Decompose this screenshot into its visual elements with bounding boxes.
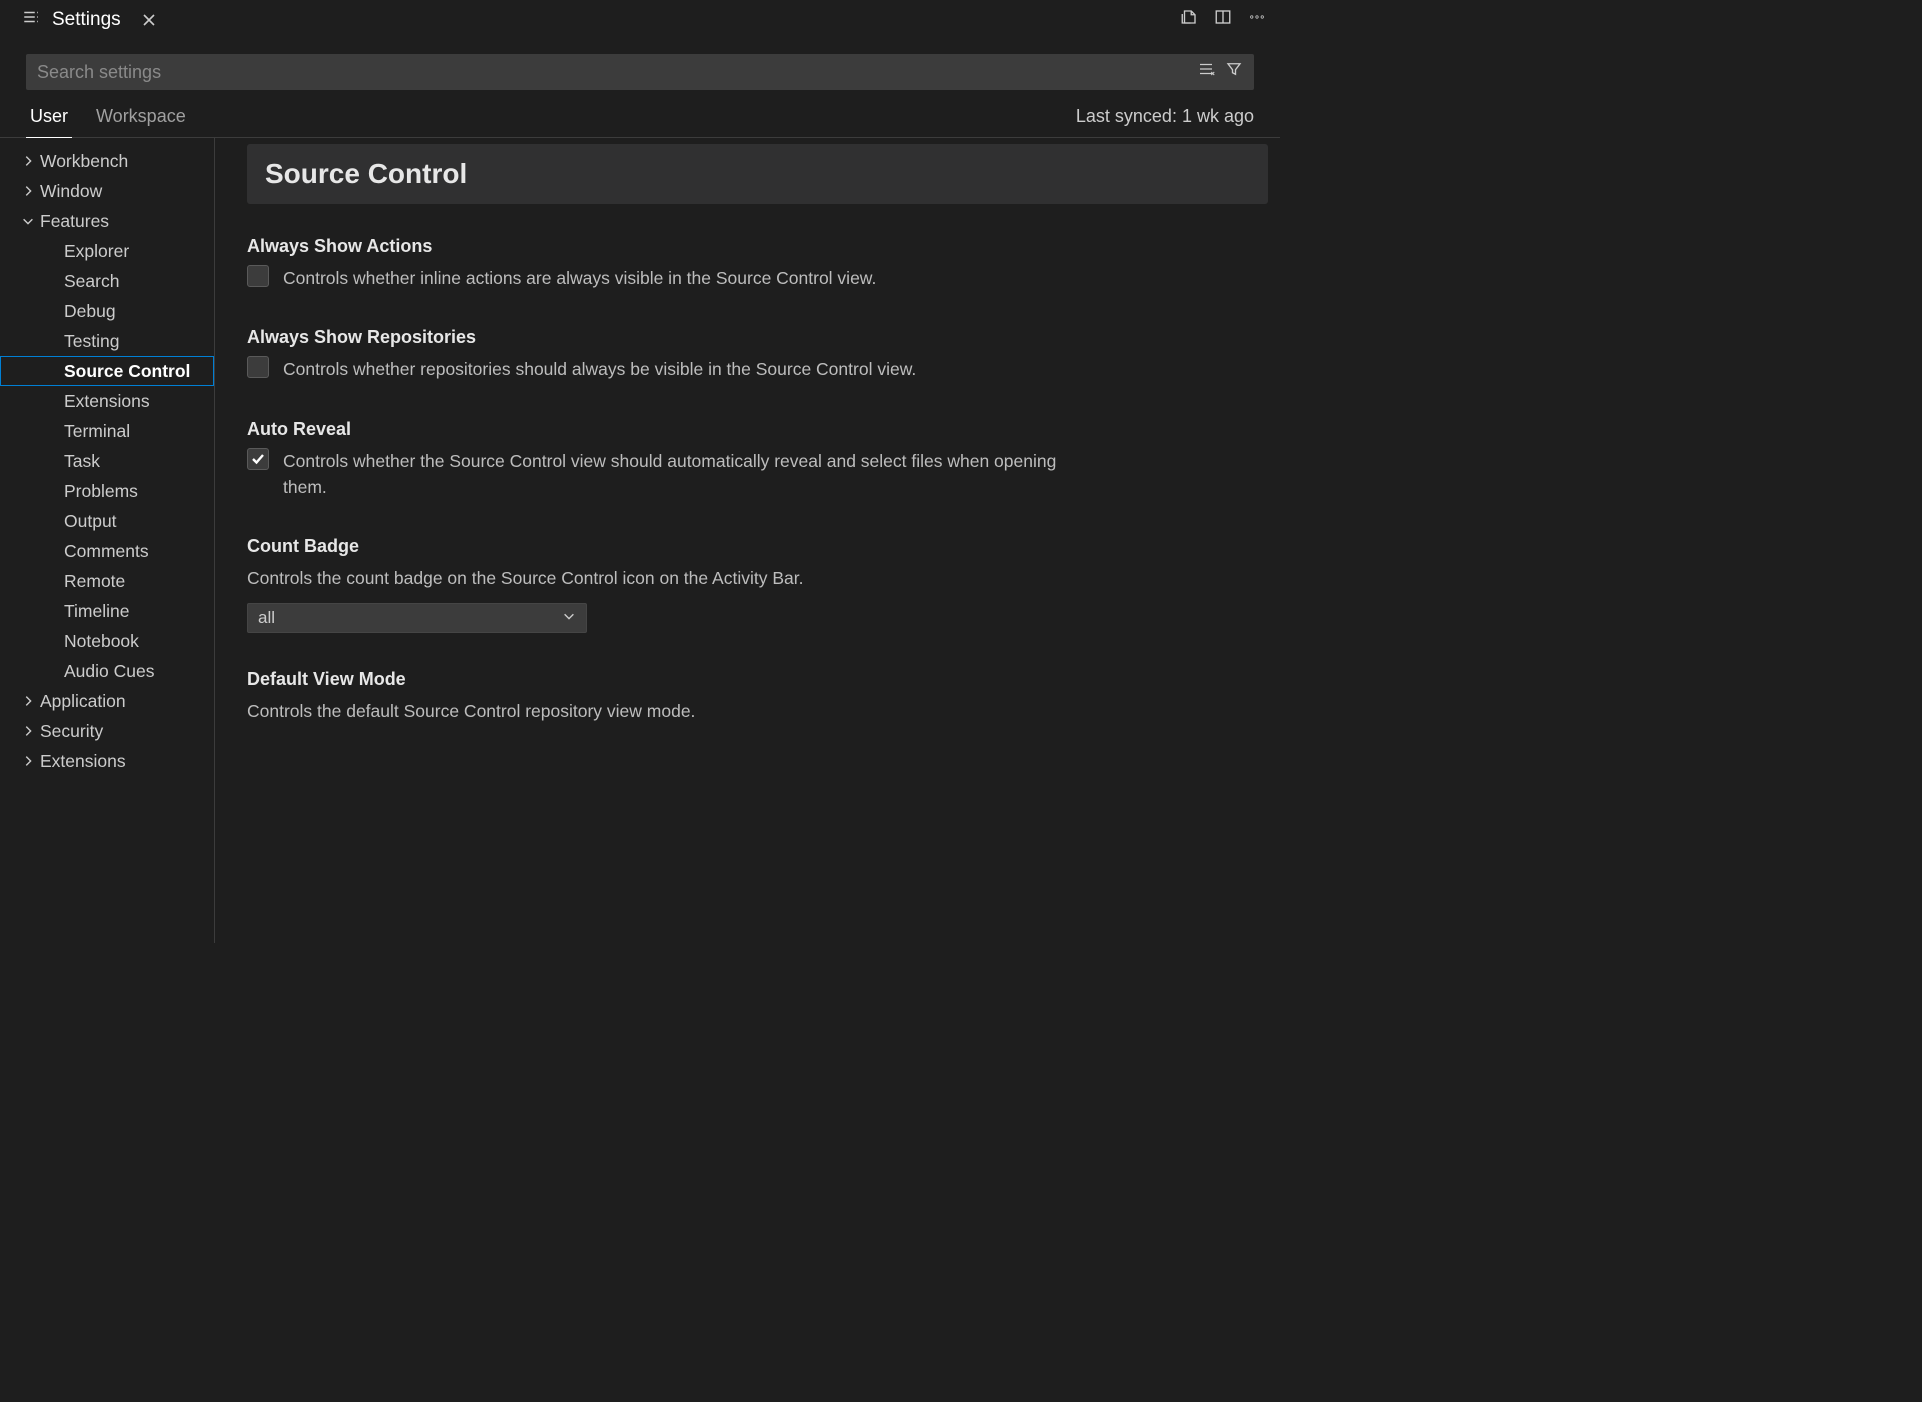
chevron-right-icon bbox=[20, 753, 36, 769]
tree-item[interactable]: Explorer bbox=[0, 236, 214, 266]
search-actions bbox=[1197, 60, 1243, 84]
tree-item-label: Debug bbox=[64, 301, 116, 322]
setting-description: Controls whether the Source Control view… bbox=[283, 448, 1103, 501]
tab-title: Settings bbox=[52, 9, 121, 31]
close-icon[interactable] bbox=[141, 12, 157, 28]
setting-default-view-mode: Default View Mode Controls the default So… bbox=[247, 665, 1268, 740]
tree-item-label: Window bbox=[40, 181, 102, 202]
tree-item-label: Testing bbox=[64, 331, 119, 352]
settings-body: Workbench Window Features Explorer Search Deb… bbox=[0, 138, 1280, 943]
setting-description: Controls whether inline actions are alwa… bbox=[283, 265, 876, 291]
setting-count-badge: Count Badge Controls the count badge on t… bbox=[247, 532, 1268, 637]
tree-item[interactable]: Extensions bbox=[0, 746, 214, 776]
filter-icon[interactable] bbox=[1225, 60, 1243, 84]
tree-item[interactable]: Notebook bbox=[0, 626, 214, 656]
setting-title: Always Show Repositories bbox=[247, 327, 1268, 348]
editor-tabs: Settings bbox=[8, 0, 171, 40]
setting-description: Controls whether repositories should alw… bbox=[283, 356, 916, 382]
setting-title: Auto Reveal bbox=[247, 419, 1268, 440]
settings-list-icon bbox=[22, 8, 40, 32]
tree-item[interactable]: Terminal bbox=[0, 416, 214, 446]
chevron-right-icon bbox=[20, 723, 36, 739]
settings-tree: Workbench Window Features Explorer Search Deb… bbox=[0, 138, 215, 943]
scope-tabs: User Workspace bbox=[26, 106, 190, 137]
select-value: all bbox=[258, 608, 275, 628]
tree-item[interactable]: Search bbox=[0, 266, 214, 296]
chevron-down-icon bbox=[20, 213, 36, 229]
setting-title: Default View Mode bbox=[247, 669, 1268, 690]
checkbox[interactable] bbox=[247, 265, 269, 287]
tree-item-label: Workbench bbox=[40, 151, 128, 172]
tree-item-label: Explorer bbox=[64, 241, 129, 262]
setting-always-show-repositories: Always Show Repositories Controls whether… bbox=[247, 323, 1268, 386]
open-settings-json-icon[interactable] bbox=[1180, 8, 1198, 32]
checkbox[interactable] bbox=[247, 448, 269, 470]
tree-item[interactable]: Security bbox=[0, 716, 214, 746]
sync-status[interactable]: Last synced: 1 wk ago bbox=[1076, 106, 1254, 137]
tree-item[interactable]: Workbench bbox=[0, 146, 214, 176]
title-bar-actions bbox=[1180, 8, 1272, 32]
tree-item-label: Features bbox=[40, 211, 109, 232]
tree-item[interactable]: Debug bbox=[0, 296, 214, 326]
tree-item[interactable]: Extensions bbox=[0, 386, 214, 416]
settings-content: Source Control Always Show Actions Contro… bbox=[215, 138, 1280, 943]
tree-item-label: Extensions bbox=[64, 391, 150, 412]
title-bar: Settings bbox=[0, 0, 1280, 40]
tree-item-label: Task bbox=[64, 451, 100, 472]
chevron-down-icon bbox=[562, 608, 576, 628]
tab-settings[interactable]: Settings bbox=[8, 0, 171, 40]
tree-item[interactable]: Comments bbox=[0, 536, 214, 566]
tree-item-label: Security bbox=[40, 721, 103, 742]
clear-search-icon[interactable] bbox=[1197, 60, 1215, 84]
section-title: Source Control bbox=[247, 144, 1268, 204]
tree-item-label: Problems bbox=[64, 481, 138, 502]
chevron-right-icon bbox=[20, 693, 36, 709]
tree-item-label: Application bbox=[40, 691, 126, 712]
tree-item[interactable]: Remote bbox=[0, 566, 214, 596]
setting-description: Controls the count badge on the Source C… bbox=[247, 565, 1067, 591]
tree-item[interactable]: Output bbox=[0, 506, 214, 536]
split-editor-icon[interactable] bbox=[1214, 8, 1232, 32]
setting-title: Count Badge bbox=[247, 536, 1268, 557]
tree-item-label: Audio Cues bbox=[64, 661, 154, 682]
setting-title: Always Show Actions bbox=[247, 236, 1268, 257]
tree-item-label: Search bbox=[64, 271, 119, 292]
chevron-right-icon bbox=[20, 153, 36, 169]
chevron-right-icon bbox=[20, 183, 36, 199]
checkbox[interactable] bbox=[247, 356, 269, 378]
scope-user[interactable]: User bbox=[26, 106, 72, 138]
tree-item[interactable]: Application bbox=[0, 686, 214, 716]
tree-item[interactable]: Task bbox=[0, 446, 214, 476]
search-input[interactable] bbox=[37, 62, 1197, 83]
tree-item[interactable]: Timeline bbox=[0, 596, 214, 626]
settings-search[interactable] bbox=[26, 54, 1254, 90]
tree-item[interactable]: Source Control bbox=[0, 356, 214, 386]
select[interactable]: all bbox=[247, 603, 587, 633]
tree-item-label: Output bbox=[64, 511, 117, 532]
tree-item-label: Notebook bbox=[64, 631, 139, 652]
setting-always-show-actions: Always Show Actions Controls whether inli… bbox=[247, 232, 1268, 295]
setting-auto-reveal: Auto Reveal Controls whether the Source C… bbox=[247, 415, 1268, 505]
tree-item[interactable]: Features bbox=[0, 206, 214, 236]
tree-item-label: Comments bbox=[64, 541, 149, 562]
settings-search-row bbox=[0, 40, 1280, 96]
tree-item-label: Terminal bbox=[64, 421, 130, 442]
tree-item-label: Remote bbox=[64, 571, 125, 592]
tree-item-label: Timeline bbox=[64, 601, 129, 622]
tree-item-label: Source Control bbox=[64, 361, 190, 382]
scope-row: User Workspace Last synced: 1 wk ago bbox=[0, 96, 1280, 138]
scope-workspace[interactable]: Workspace bbox=[92, 106, 190, 137]
tree-item[interactable]: Testing bbox=[0, 326, 214, 356]
tree-item[interactable]: Problems bbox=[0, 476, 214, 506]
setting-description: Controls the default Source Control repo… bbox=[247, 698, 1067, 724]
more-actions-icon[interactable] bbox=[1248, 8, 1266, 32]
tree-item[interactable]: Audio Cues bbox=[0, 656, 214, 686]
tree-item[interactable]: Window bbox=[0, 176, 214, 206]
tree-item-label: Extensions bbox=[40, 751, 126, 772]
